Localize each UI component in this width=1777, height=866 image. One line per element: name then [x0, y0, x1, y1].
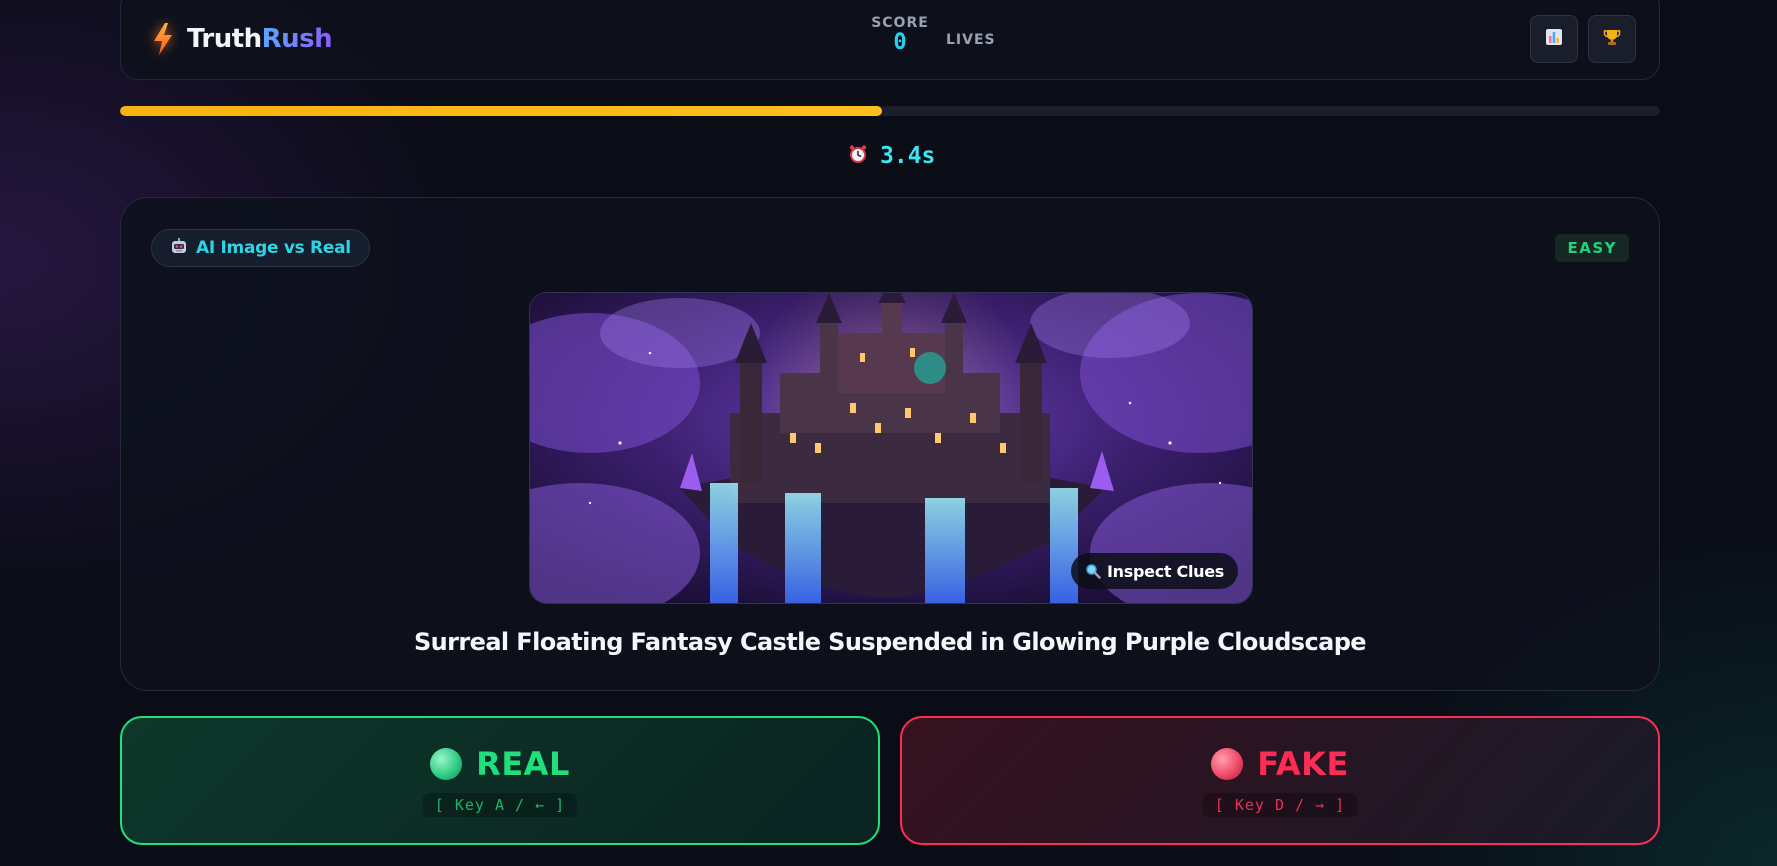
real-label: REAL	[476, 744, 570, 783]
magnifier-icon	[1085, 563, 1101, 579]
challenge-card: AI Image vs Real EASY Inspect Clues Surr…	[120, 197, 1660, 691]
timer-value: 3.4s	[880, 143, 936, 169]
image-headline: Surreal Floating Fantasy Castle Suspende…	[414, 628, 1367, 656]
difficulty-badge: EASY	[1555, 234, 1629, 262]
fake-button[interactable]: FAKE [ Key D / → ]	[900, 716, 1660, 845]
time-progress-bar	[120, 106, 1660, 116]
bar-chart-icon	[1545, 28, 1563, 50]
score-display: SCORE 0	[865, 15, 935, 55]
top-bar: TruthRush SCORE 0 LIVES	[120, 0, 1660, 80]
brand-part-rush: Rush	[261, 24, 333, 54]
robot-icon	[170, 237, 188, 259]
lightning-bolt-icon	[153, 23, 173, 55]
challenge-image[interactable]: Inspect Clues	[529, 292, 1253, 604]
time-progress-fill	[120, 106, 883, 116]
logo[interactable]: TruthRush	[153, 23, 333, 55]
inspect-clues-label: Inspect Clues	[1107, 561, 1224, 581]
alarm-clock-icon	[848, 144, 868, 168]
green-circle-icon	[430, 747, 463, 780]
real-key-hint: [ Key A / ← ]	[422, 792, 578, 817]
brand-name: TruthRush	[187, 24, 333, 54]
lives-label: LIVES	[946, 32, 996, 48]
countdown-timer: 3.4s	[848, 143, 935, 169]
category-badge: AI Image vs Real	[151, 229, 370, 267]
leaderboard-button[interactable]	[1588, 15, 1636, 63]
category-label: AI Image vs Real	[196, 238, 351, 258]
fake-key-hint: [ Key D / → ]	[1202, 792, 1358, 817]
score-label: SCORE	[871, 15, 929, 31]
inspect-clues-button[interactable]: Inspect Clues	[1071, 553, 1238, 589]
score-value: 0	[893, 30, 907, 55]
fake-label: FAKE	[1257, 744, 1349, 783]
stats-button[interactable]	[1530, 15, 1578, 63]
red-circle-icon	[1211, 747, 1244, 780]
real-button[interactable]: REAL [ Key A / ← ]	[120, 716, 880, 845]
trophy-icon	[1603, 28, 1621, 50]
brand-part-truth: Truth	[187, 24, 262, 54]
